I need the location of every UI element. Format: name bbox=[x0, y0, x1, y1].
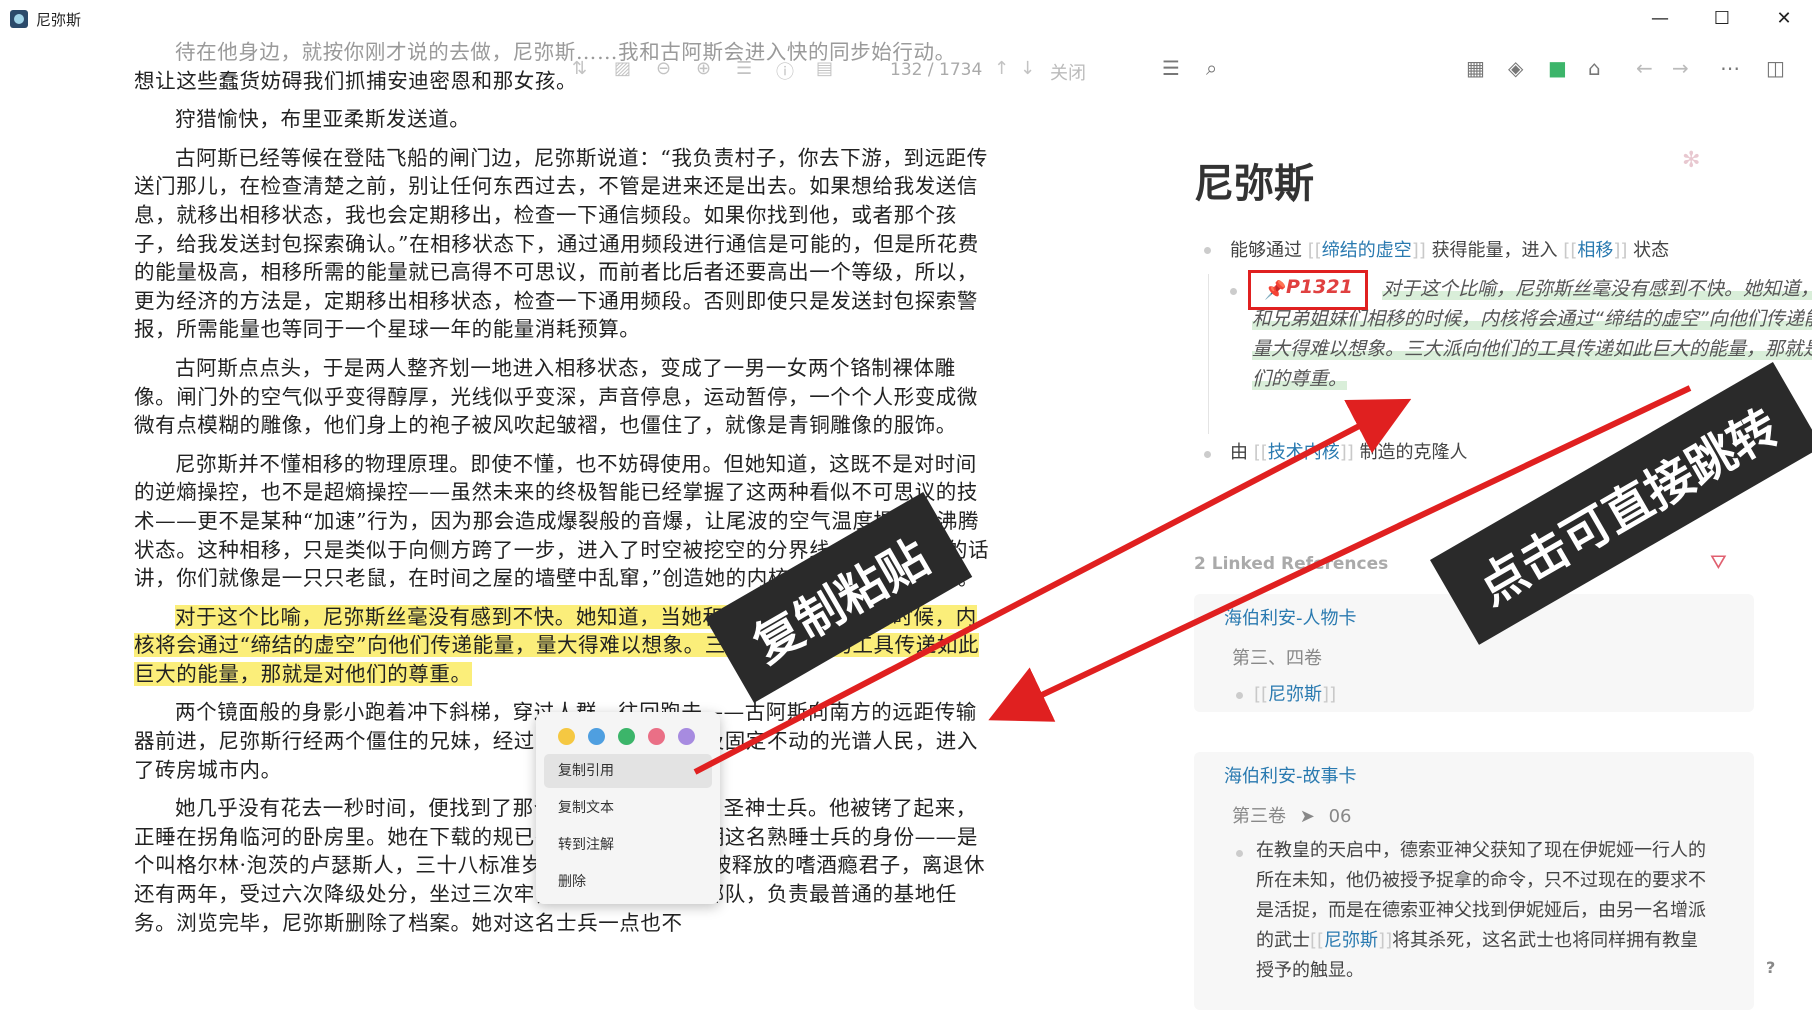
forward-arrow-icon[interactable]: → bbox=[1672, 56, 1689, 80]
card-title-link[interactable]: 海伯利安-人物卡 bbox=[1224, 604, 1357, 630]
menu-delete[interactable]: 删除 bbox=[544, 865, 712, 899]
linked-references-heading[interactable]: 2 Linked References bbox=[1194, 554, 1388, 574]
settings-icon[interactable]: ⇅ bbox=[572, 58, 587, 79]
page-link[interactable]: 技术内核 bbox=[1268, 442, 1340, 463]
calendar-icon[interactable]: ▦ bbox=[1466, 56, 1485, 80]
green-square-icon[interactable]: ■ bbox=[1548, 56, 1567, 80]
paragraph: 狩猎愉快，布里亚柔斯发送道。 bbox=[175, 107, 471, 132]
close-reader-button[interactable]: 关闭 bbox=[1050, 59, 1086, 85]
page-link[interactable]: 相移 bbox=[1577, 240, 1613, 261]
bullet[interactable] bbox=[1236, 850, 1243, 857]
minimize-button[interactable]: — bbox=[1640, 5, 1680, 33]
page-link[interactable]: 尼弥斯 bbox=[1268, 684, 1322, 705]
cube-icon[interactable]: ◈ bbox=[1508, 56, 1523, 80]
indent-guide bbox=[1208, 274, 1209, 434]
page-title[interactable]: 尼弥斯 bbox=[1194, 151, 1314, 209]
pin-icon: 📌 bbox=[1264, 280, 1287, 301]
color-swatch-pink[interactable] bbox=[648, 728, 665, 745]
page-link[interactable]: 缔结的虚空 bbox=[1322, 240, 1412, 261]
page-reference-link[interactable]: P1321 bbox=[1286, 276, 1353, 298]
prev-arrow-icon[interactable]: ↑ bbox=[994, 58, 1009, 79]
page-indicator[interactable]: 132 / 1734 bbox=[890, 60, 982, 80]
reader-toolbar: ⇅ ▨ ⊖ ⊕ ☰ ⓘ ▤ 132 / 1734 ↑ ↓ 关闭 bbox=[560, 52, 1100, 88]
notes-pane: ☰ ⌕ ▦ ◈ ■ ⌂ ← → ⋯ ◫ 尼弥斯 ✻ 能够通过 [[缔结的虚空]]… bbox=[1126, 38, 1812, 1010]
window-title: 尼弥斯 bbox=[36, 11, 82, 29]
annotation-icon[interactable]: ▤ bbox=[816, 58, 833, 79]
paragraph: 古阿斯点点头，于是两人整齐划一地进入相移状态，变成了一男一女两个铬制裸体雕像。闸… bbox=[134, 355, 978, 438]
back-arrow-icon[interactable]: ← bbox=[1636, 56, 1653, 80]
card-title-link[interactable]: 海伯利安-故事卡 bbox=[1224, 762, 1357, 788]
block-text[interactable]: [[尼弥斯]] bbox=[1254, 680, 1336, 706]
bullet[interactable] bbox=[1236, 692, 1243, 699]
block-text[interactable]: 在教皇的天启中，德索亚神父获知了现在伊妮娅一行人的所在未知，他仍被授予捉拿的命令… bbox=[1256, 836, 1706, 986]
zoom-in-icon[interactable]: ⊕ bbox=[696, 58, 711, 79]
close-window-button[interactable]: ✕ bbox=[1764, 5, 1804, 33]
bullet[interactable] bbox=[1204, 247, 1211, 254]
color-swatch-green[interactable] bbox=[618, 728, 635, 745]
block-text[interactable]: 能够通过 [[缔结的虚空]] 获得能量，进入 [[相移]] 状态 bbox=[1230, 236, 1669, 262]
menu-copy-reference[interactable]: 复制引用 bbox=[544, 754, 712, 788]
help-button[interactable]: ? bbox=[1766, 958, 1775, 977]
page-link[interactable]: 尼弥斯 bbox=[1324, 930, 1378, 951]
card-subheading[interactable]: 第三、四卷 bbox=[1232, 644, 1322, 670]
filter-icon[interactable]: ⛛ bbox=[1710, 550, 1727, 574]
graph-icon[interactable]: ✻ bbox=[1682, 148, 1700, 173]
paragraph: 古阿斯已经等候在登陆飞船的闸门边，尼弥斯说道：“我负责村子，你去下游，到远距传送… bbox=[134, 145, 988, 342]
maximize-button[interactable]: ☐ bbox=[1702, 5, 1742, 33]
color-swatch-purple[interactable] bbox=[678, 728, 695, 745]
menu-copy-text[interactable]: 复制文本 bbox=[544, 791, 712, 825]
arrow-right-icon: ➤ bbox=[1299, 806, 1315, 827]
reference-card: 海伯利安-故事卡 第三卷 ➤ 06 在教皇的天启中，德索亚神父获知了现在伊妮娅一… bbox=[1194, 752, 1754, 1010]
bullet[interactable] bbox=[1230, 288, 1237, 295]
bullet[interactable] bbox=[1204, 451, 1211, 458]
color-swatch-yellow[interactable] bbox=[558, 728, 575, 745]
block-text[interactable]: 由 [[技术内核]] 制造的克隆人 bbox=[1230, 438, 1468, 464]
info-icon[interactable]: ⓘ bbox=[776, 58, 794, 84]
card-subheading[interactable]: 第三卷 ➤ 06 bbox=[1232, 802, 1351, 828]
toc-icon[interactable]: ☰ bbox=[736, 58, 752, 79]
title-bar: 尼弥斯 — ☐ ✕ bbox=[0, 0, 1812, 38]
search-icon[interactable]: ⌕ bbox=[1206, 56, 1217, 80]
shade-icon[interactable]: ▨ bbox=[614, 58, 631, 79]
menu-icon[interactable]: ☰ bbox=[1162, 56, 1180, 80]
zoom-out-icon[interactable]: ⊖ bbox=[656, 58, 671, 79]
more-icon[interactable]: ⋯ bbox=[1720, 56, 1740, 80]
menu-go-to-annotation[interactable]: 转到注解 bbox=[544, 828, 712, 862]
home-icon[interactable]: ⌂ bbox=[1588, 56, 1601, 80]
sidebar-toggle-icon[interactable]: ◫ bbox=[1766, 56, 1785, 80]
color-swatch-blue[interactable] bbox=[588, 728, 605, 745]
app-logo-icon bbox=[10, 10, 28, 28]
next-arrow-icon[interactable]: ↓ bbox=[1020, 58, 1035, 79]
context-menu: 复制引用 复制文本 转到注解 删除 bbox=[536, 712, 720, 904]
